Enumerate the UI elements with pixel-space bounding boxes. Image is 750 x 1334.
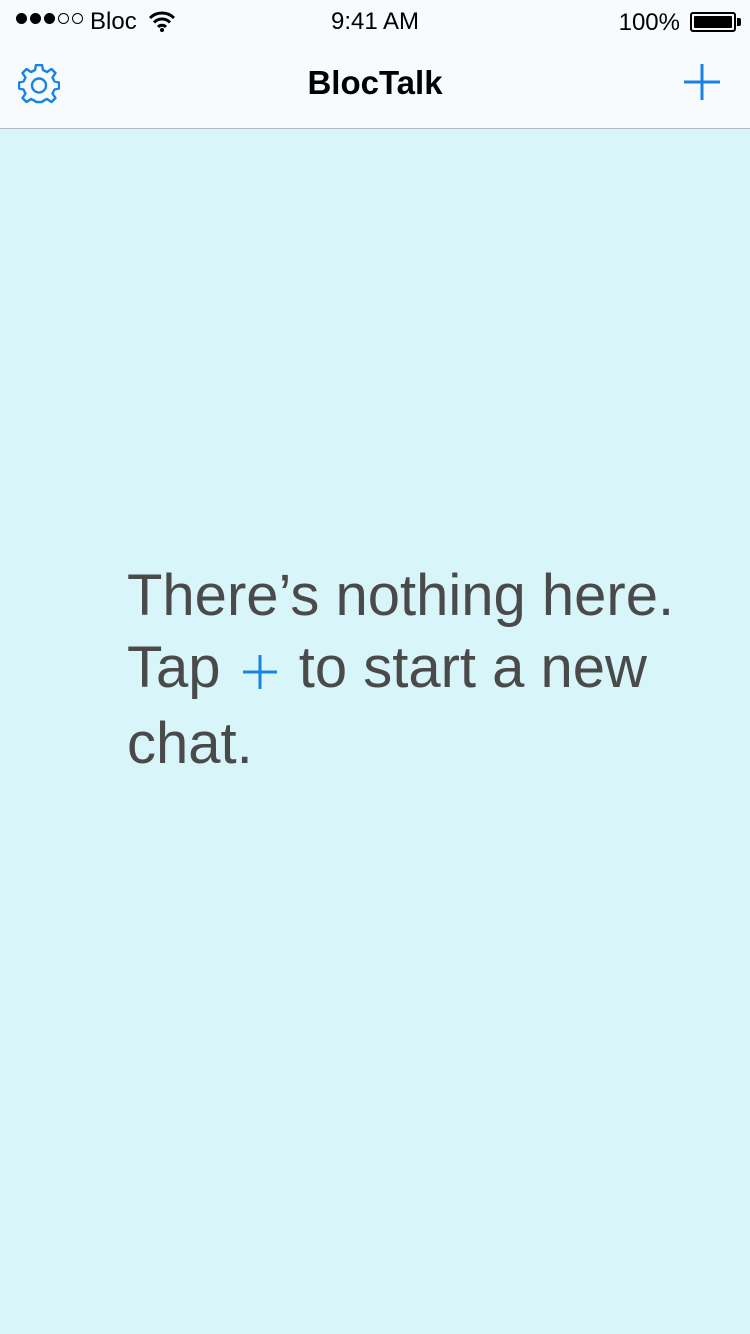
plus-icon <box>241 636 279 708</box>
empty-state-message: There’s nothing here. Tap to start a new… <box>127 560 687 780</box>
battery-percent: 100% <box>618 9 680 36</box>
new-chat-button[interactable] <box>682 62 722 102</box>
navigation-bar: BlocTalk <box>0 40 750 129</box>
plus-icon <box>684 64 720 100</box>
battery-icon <box>690 12 736 32</box>
page-title: BlocTalk <box>307 64 443 101</box>
status-bar: Bloc 9:41 AM 100% <box>0 0 750 40</box>
battery-tip <box>737 18 741 26</box>
